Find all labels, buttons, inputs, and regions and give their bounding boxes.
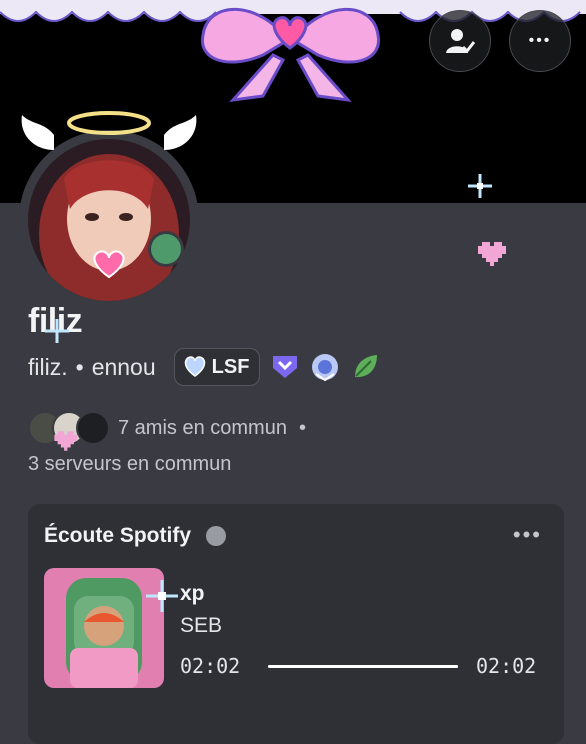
add-friend-button[interactable] — [429, 10, 491, 72]
time-total: 02:02 — [476, 654, 537, 678]
track-title[interactable]: xp — [180, 582, 205, 606]
heart-icon — [478, 242, 506, 266]
spotify-activity-card: Écoute Spotify ••• xp SEB 02:02 02:02 — [28, 504, 564, 744]
heart-icon — [54, 431, 78, 451]
track-artist[interactable]: SEB — [180, 614, 222, 638]
wing-icon — [21, 115, 54, 150]
leaf-icon[interactable] — [350, 352, 380, 382]
guild-tag[interactable]: LSF — [173, 348, 261, 386]
sparkle-icon — [146, 580, 178, 612]
guild-tag-label: LSF — [211, 355, 250, 378]
avatar[interactable] — [28, 139, 190, 301]
progress-fill — [268, 665, 458, 668]
username: filiz. — [28, 353, 68, 380]
separator-dot: • — [75, 353, 84, 380]
spotify-icon — [206, 526, 226, 546]
more-options-button[interactable]: ••• — [509, 10, 571, 72]
laurel-icon[interactable] — [310, 352, 340, 382]
badge-icon[interactable] — [270, 352, 300, 382]
halo-decoration — [67, 111, 151, 135]
sparkle-icon — [468, 174, 492, 198]
mutual-friends[interactable]: 7 amis en commun — [118, 417, 287, 440]
more-icon: ••• — [528, 32, 552, 49]
bow-decoration — [201, 7, 380, 103]
activity-more-button[interactable]: ••• — [513, 522, 542, 548]
mutual-servers[interactable]: 3 serveurs en commun — [28, 453, 231, 476]
sparkle-icon — [45, 319, 69, 343]
time-elapsed: 02:02 — [180, 654, 241, 678]
separator-dot: • — [298, 416, 306, 439]
heart-icon — [184, 356, 205, 377]
username-row: filiz. • ennou LSF — [28, 347, 380, 387]
pronouns: ennou — [91, 353, 156, 380]
add-friend-icon — [446, 29, 475, 54]
avatar-block[interactable] — [14, 100, 204, 310]
playback-progress-bar — [268, 665, 458, 668]
activity-heading: Écoute Spotify — [44, 524, 192, 547]
wing-icon — [164, 115, 197, 150]
status-indicator — [148, 231, 184, 267]
